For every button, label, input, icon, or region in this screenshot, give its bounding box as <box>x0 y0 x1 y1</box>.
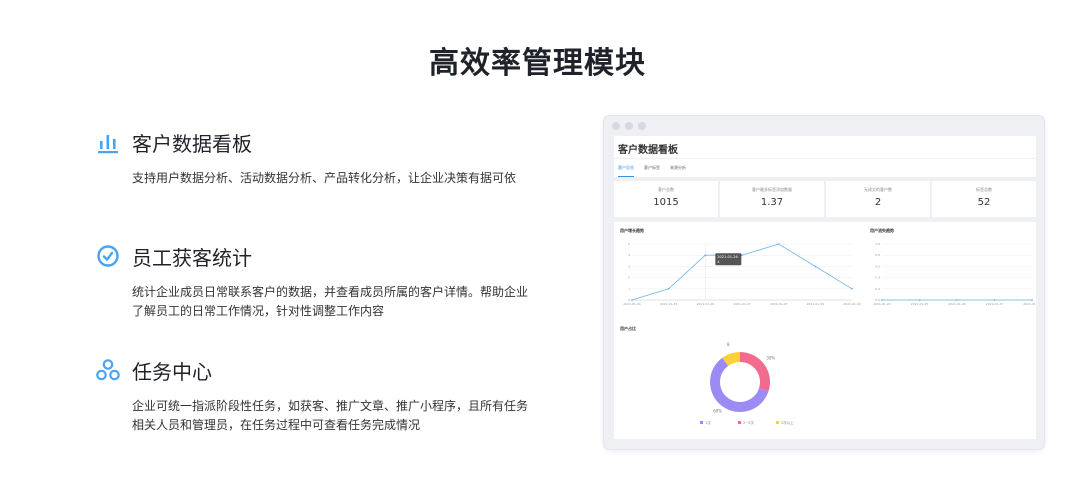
x-tick-label: 2021-01-27 <box>733 302 751 306</box>
window-dot-icon <box>638 122 646 130</box>
y-tick-label: 0.6 <box>875 264 880 268</box>
stat-label: 客户总数 <box>658 187 674 192</box>
feature-description: 企业可统一指派阶段性任务，如获客、推广文章、推广小程序，且所有任务相关人员和管理… <box>132 399 529 432</box>
feature-description: 支持用户数据分析、活动数据分析、产品转化分析，让企业决策有据可依 <box>132 171 517 185</box>
legend-swatch <box>738 421 741 424</box>
data-point <box>956 299 958 301</box>
x-tick-label: 2021-01-26 <box>948 302 966 306</box>
tooltip-date: 2021-01-26 <box>717 255 737 259</box>
tab-overview[interactable]: 客户总览 <box>618 159 634 177</box>
tab-source[interactable]: 来源分析 <box>670 159 686 177</box>
clock-check-icon <box>97 245 119 267</box>
tab-tags[interactable]: 客户标签 <box>644 159 660 177</box>
data-point <box>777 243 780 245</box>
x-tick-label: 2021-01-24 <box>873 302 891 306</box>
stat-cards: 客户总数 1015 客户最多标签添加数量 1.37 无成交的客户数 2 标签总数 52 <box>614 181 1036 217</box>
data-point <box>814 265 817 268</box>
y-tick-label: 3 <box>628 264 630 268</box>
dashboard-preview: 客户数据看板 客户总览 客户标签 来源分析 客户总数 1015 客户最多标签添加数… <box>603 115 1045 450</box>
legend-swatch <box>776 421 779 424</box>
y-tick-label: 1.0 <box>875 242 880 246</box>
chart-panel: 用户增长趋势 用户流失趋势 用户占比 0 1 2 3 4 5 2021-01-24 2021-… <box>614 222 1036 439</box>
data-point <box>741 254 743 257</box>
window-titlebar <box>604 116 1044 136</box>
stat-card: 无成交的客户数 2 <box>826 181 930 217</box>
series-line <box>631 243 853 301</box>
x-tick-label: 2021-01-30 <box>843 302 861 306</box>
data-point <box>667 287 670 290</box>
charts-svg: 0123452021-01-24 2021-01-25 2021-01-26 2021… <box>623 242 1036 425</box>
y-tick-label: 0.8 <box>875 253 880 257</box>
stat-value: 2 <box>874 197 882 208</box>
dashboard-header: 客户数据看板 <box>614 136 1036 158</box>
data-point <box>993 299 996 301</box>
stat-label: 无成交的客户数 <box>864 187 892 192</box>
stat-value: 52 <box>977 197 991 208</box>
y-tick-label: 5 <box>628 242 630 246</box>
y-tick-label: 0.4 <box>875 276 880 280</box>
stat-card: 标签总数 52 <box>932 181 1036 217</box>
slice-label: 8 <box>727 342 730 347</box>
stat-value: 1.37 <box>760 197 784 208</box>
data-point <box>631 299 633 301</box>
x-tick-label: 2021-01-27 <box>986 302 1004 306</box>
cluster-icon <box>96 359 120 381</box>
feature-task-center: 任务中心 企业可统一指派阶段性任务，如获客、推广文章、推广小程序，且所有任务相关… <box>96 355 536 435</box>
stat-value: 1015 <box>653 197 679 208</box>
feature-title: 客户数据看板 <box>132 131 252 156</box>
slice-label: 60% <box>713 409 722 414</box>
x-tick-label: 2021-01-26 <box>697 302 715 306</box>
y-tick-label: 4 <box>628 253 630 257</box>
legend-label: 5次以上 <box>781 420 794 425</box>
dashboard-tabs: 客户总览 客户标签 来源分析 <box>614 159 1036 177</box>
x-tick-label: 2021-01-29 <box>807 302 825 306</box>
feature-title: 员工获客统计 <box>132 245 252 270</box>
feature-staff-acquisition: 员工获客统计 统计企业成员日常联系客户的数据，并查看成员所属的客户详情。帮助企业… <box>96 241 536 321</box>
data-point <box>1031 299 1033 301</box>
window-dot-icon <box>612 122 620 130</box>
x-tick-label: 2021-01-25 <box>660 302 678 306</box>
x-tick-label: 2021-01-28 <box>770 302 788 306</box>
feature-customer-dashboard: 客户数据看板 支持用户数据分析、活动数据分析、产品转化分析，让企业决策有据可依 <box>96 127 536 188</box>
data-point <box>881 299 883 301</box>
y-tick-label: 1 <box>628 287 630 291</box>
page-title: 高效率管理模块 <box>429 46 646 81</box>
legend-swatch <box>700 421 703 424</box>
x-tick-label: 2021-01-24 <box>623 302 641 306</box>
y-tick-label: 0.2 <box>875 287 880 291</box>
x-tick-label: 2021-01-28 <box>1023 302 1036 306</box>
window-dot-icon <box>625 122 633 130</box>
data-point <box>918 299 921 301</box>
stat-label: 标签总数 <box>976 187 992 192</box>
feature-description: 统计企业成员日常联系客户的数据，并查看成员所属的客户详情。帮助企业了解员工的日常… <box>132 285 529 318</box>
legend-label: 1次 <box>705 420 711 425</box>
x-tick-label: 2021-01-25 <box>911 302 929 306</box>
bar-chart-icon <box>98 135 118 154</box>
legend-label: 2~5次 <box>743 420 754 425</box>
stat-card: 客户总数 1015 <box>614 181 718 217</box>
data-point <box>851 287 853 290</box>
feature-title: 任务中心 <box>132 359 212 384</box>
y-tick-label: 2 <box>628 276 630 280</box>
stat-label: 客户最多标签添加数量 <box>752 187 792 192</box>
slice-label: 30% <box>766 356 775 361</box>
stat-card: 客户最多标签添加数量 1.37 <box>720 181 824 217</box>
